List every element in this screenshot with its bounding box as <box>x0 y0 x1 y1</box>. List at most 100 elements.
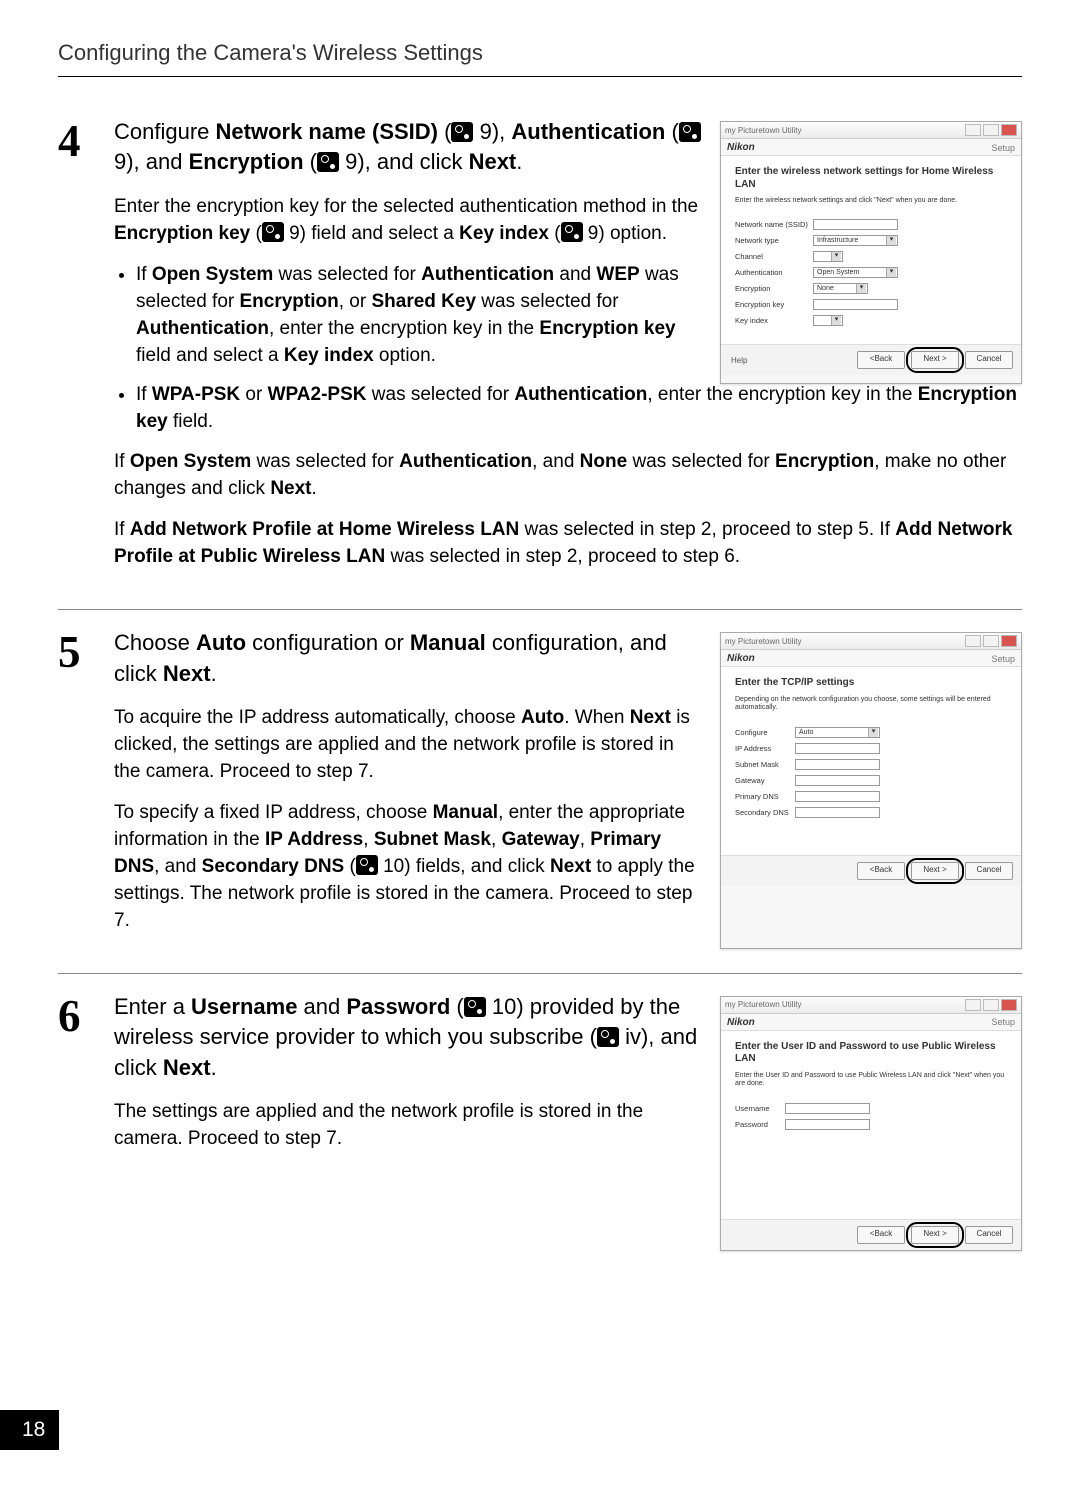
username-label: Username <box>735 1104 785 1113</box>
next-button[interactable]: Next > <box>911 1226 959 1244</box>
page-number: 18 <box>0 1410 59 1450</box>
dialog-title: my Picturetown Utility <box>725 1000 963 1009</box>
ssid-field[interactable] <box>813 219 898 230</box>
pdns-field[interactable] <box>795 791 880 802</box>
chevron-down-icon: ▾ <box>868 728 878 737</box>
keyindex-label: Key index <box>735 316 813 325</box>
channel-label: Channel <box>735 252 813 261</box>
window-maximize-icon[interactable] <box>983 124 999 136</box>
dialog-home-wireless: my Picturetown Utility Nikon Setup Enter… <box>720 121 1022 384</box>
step-number: 4 <box>58 117 114 162</box>
step-number: 6 <box>58 992 114 1037</box>
chevron-down-icon: ▾ <box>886 236 896 245</box>
next-button[interactable]: Next > <box>911 862 959 880</box>
step4-headline: Configure Network name (SSID) ( 9), Auth… <box>114 117 702 178</box>
dialog-tcpip: my Picturetown Utility Nikon Setup Enter… <box>720 632 1022 948</box>
page: Configuring the Camera's Wireless Settin… <box>0 0 1080 1486</box>
step-number: 5 <box>58 628 114 673</box>
reference-icon <box>597 1027 619 1047</box>
step6-p1: The settings are applied and the network… <box>114 1099 702 1153</box>
password-label: Password <box>735 1120 785 1129</box>
chevron-down-icon: ▾ <box>831 316 841 325</box>
step4-bullet-2: If WPA-PSK or WPA2-PSK was selected for … <box>136 382 1022 436</box>
ssid-label: Network name (SSID) <box>735 220 813 229</box>
dialog-note: Enter the wireless network settings and … <box>735 197 1009 205</box>
step-4: 4 Configure Network name (SSID) ( 9), Au… <box>58 117 1022 585</box>
window-minimize-icon[interactable] <box>965 635 981 647</box>
reference-icon <box>451 122 473 142</box>
chevron-down-icon: ▾ <box>886 268 896 277</box>
brand-label: Nikon <box>727 1017 755 1028</box>
reference-icon <box>356 855 378 875</box>
dialog-heading: Enter the User ID and Password to use Pu… <box>735 1041 1009 1066</box>
mask-label: Subnet Mask <box>735 760 795 769</box>
auth-select[interactable]: Open System▾ <box>813 267 898 278</box>
gateway-field[interactable] <box>795 775 880 786</box>
cancel-button[interactable]: Cancel <box>965 351 1013 369</box>
step4-p2: If Open System was selected for Authenti… <box>114 449 1022 503</box>
encryption-select[interactable]: None▾ <box>813 283 868 294</box>
auth-label: Authentication <box>735 268 813 277</box>
nettype-select[interactable]: Infrastructure▾ <box>813 235 898 246</box>
step4-p1: Enter the encryption key for the selecte… <box>114 194 702 248</box>
step-6: 6 Enter a Username and Password ( 10) pr… <box>58 992 1022 1251</box>
dialog-title: my Picturetown Utility <box>725 126 963 135</box>
page-header: Configuring the Camera's Wireless Settin… <box>58 40 1022 72</box>
chevron-down-icon: ▾ <box>856 284 866 293</box>
reference-icon <box>317 152 339 172</box>
dialog-note: Depending on the network configuration y… <box>735 696 1009 713</box>
sdns-label: Secondary DNS <box>735 808 795 817</box>
next-button[interactable]: Next > <box>911 351 959 369</box>
configure-select[interactable]: Auto▾ <box>795 727 880 738</box>
step6-headline: Enter a Username and Password ( 10) prov… <box>114 992 702 1083</box>
window-close-icon[interactable] <box>1001 124 1017 136</box>
ip-label: IP Address <box>735 744 795 753</box>
step5-headline: Choose Auto configuration or Manual conf… <box>114 628 702 689</box>
brand-label: Nikon <box>727 653 755 664</box>
brand-label: Nikon <box>727 142 755 153</box>
sdns-field[interactable] <box>795 807 880 818</box>
encryption-label: Encryption <box>735 284 813 293</box>
window-close-icon[interactable] <box>1001 635 1017 647</box>
dialog-public-wireless: my Picturetown Utility Nikon Setup Enter… <box>720 996 1022 1251</box>
dialog-heading: Enter the wireless network settings for … <box>735 166 1009 191</box>
reference-icon <box>262 222 284 242</box>
window-minimize-icon[interactable] <box>965 124 981 136</box>
help-button[interactable]: Help <box>729 356 851 365</box>
cancel-button[interactable]: Cancel <box>965 862 1013 880</box>
reference-icon <box>561 222 583 242</box>
nettype-label: Network type <box>735 236 813 245</box>
page-footer: 18 <box>0 1410 59 1450</box>
back-button[interactable]: <Back <box>857 862 905 880</box>
password-field[interactable] <box>785 1119 870 1130</box>
back-button[interactable]: <Back <box>857 1226 905 1244</box>
window-maximize-icon[interactable] <box>983 635 999 647</box>
setup-label: Setup <box>991 654 1015 664</box>
username-field[interactable] <box>785 1103 870 1114</box>
gateway-label: Gateway <box>735 776 795 785</box>
cancel-button[interactable]: Cancel <box>965 1226 1013 1244</box>
chevron-down-icon: ▾ <box>831 252 841 261</box>
enckey-label: Encryption key <box>735 300 813 309</box>
enckey-field[interactable] <box>813 299 898 310</box>
step5-p2: To specify a fixed IP address, choose Ma… <box>114 800 702 935</box>
back-button[interactable]: <Back <box>857 351 905 369</box>
step-divider <box>58 973 1022 974</box>
header-rule <box>58 76 1022 77</box>
step4-bullet-1: If Open System was selected for Authenti… <box>136 262 702 370</box>
step4-p3: If Add Network Profile at Home Wireless … <box>114 517 1022 571</box>
window-close-icon[interactable] <box>1001 999 1017 1011</box>
ip-field[interactable] <box>795 743 880 754</box>
step-5: 5 Choose Auto configuration or Manual co… <box>58 628 1022 948</box>
mask-field[interactable] <box>795 759 880 770</box>
keyindex-select[interactable]: ▾ <box>813 315 843 326</box>
reference-icon <box>679 122 701 142</box>
dialog-heading: Enter the TCP/IP settings <box>735 677 1009 690</box>
window-minimize-icon[interactable] <box>965 999 981 1011</box>
dialog-title: my Picturetown Utility <box>725 637 963 646</box>
channel-select[interactable]: ▾ <box>813 251 843 262</box>
window-maximize-icon[interactable] <box>983 999 999 1011</box>
configure-label: Configure <box>735 728 795 737</box>
step5-p1: To acquire the IP address automatically,… <box>114 705 702 786</box>
step-divider <box>58 609 1022 610</box>
